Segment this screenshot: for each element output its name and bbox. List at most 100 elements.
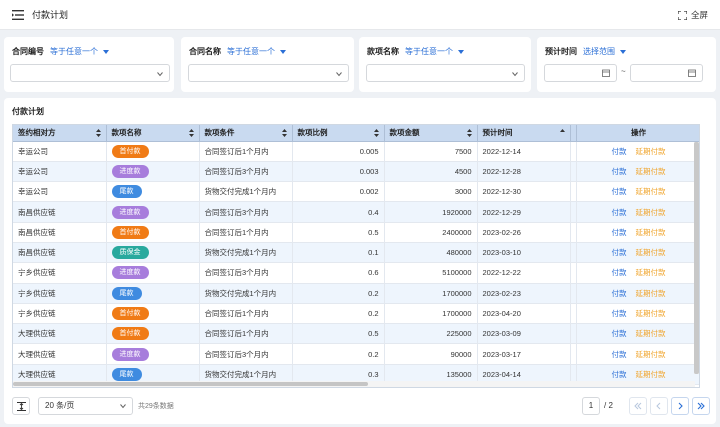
prev-page-button[interactable] <box>650 397 668 415</box>
cell-party: 宁乡供应链 <box>13 303 107 325</box>
table-row[interactable]: 南昌供应链 首付款 合同签订后1个月内 0.5 2400000 2023-02-26 付款延… <box>13 222 699 243</box>
chevron-right-icon <box>678 402 683 410</box>
pay-link[interactable]: 付款 <box>612 167 627 176</box>
delay-pay-link[interactable]: 延期付款 <box>636 289 666 298</box>
end-date-input[interactable] <box>630 64 703 82</box>
table-row[interactable]: 幸运公司 进度款 合同签订后3个月内 0.003 4500 2022-12-28 付款 延期付… <box>13 161 699 183</box>
sort-icon[interactable] <box>281 129 287 137</box>
table-row[interactable]: 大理供应链 首付款 合同签订后1个月内 0.5 225000 2023-03-09 付款 延期… <box>13 323 699 345</box>
cell-item: 首付款 <box>106 141 200 162</box>
delay-pay-link[interactable]: 延期付款 <box>636 248 666 257</box>
column-header[interactable]: 款项金额 <box>384 125 478 142</box>
table-row[interactable]: 宁乡供应链 首付款 合同签订后1个月内 0.2 1700000 2023-04-20 付款延… <box>13 303 699 325</box>
pay-link[interactable]: 付款 <box>612 268 627 277</box>
contract-name-select[interactable] <box>188 64 349 82</box>
row-height-toggle[interactable] <box>12 397 30 415</box>
table-row[interactable]: 南昌供应链 进度款 合同签订后3个月内 0.4 1920000 2022-12-29 付款延… <box>13 201 699 223</box>
caret-down-icon[interactable] <box>620 49 626 54</box>
page-size-value: 20 条/页 <box>45 401 75 410</box>
date-separator: ~ <box>621 67 626 76</box>
page-size-select[interactable]: 20 条/页 <box>38 397 133 415</box>
delay-pay-link[interactable]: 延期付款 <box>636 329 666 338</box>
cell-amount: 4500 <box>384 161 478 183</box>
filter-operator[interactable]: 等于任意一个 <box>227 46 275 57</box>
delay-pay-link[interactable]: 延期付款 <box>636 208 666 217</box>
filter-expected-time: 预计时间 选择范围 ~ <box>537 37 716 92</box>
table-row[interactable]: 大理供应链 进度款 合同签订后3个月内 0.2 90000 2023-03-17 付款 延期付… <box>13 343 699 365</box>
cell-party: 幸运公司 <box>13 161 107 183</box>
cell-item: 首付款 <box>106 323 200 345</box>
pay-link[interactable]: 付款 <box>612 208 627 217</box>
delay-pay-link[interactable]: 延期付款 <box>636 228 666 237</box>
pay-link[interactable]: 付款 <box>612 147 627 156</box>
pay-link[interactable]: 付款 <box>612 370 627 379</box>
fullscreen-button[interactable]: 全屏 <box>677 9 708 21</box>
cell-actions: 付款 延期付款 <box>576 201 699 223</box>
cell-actions: 付款 延期付款 <box>576 262 699 284</box>
pay-link[interactable]: 付款 <box>612 228 627 237</box>
cell-actions: 付款 延期付款 <box>576 303 699 325</box>
table-row[interactable]: 幸运公司 首付款 合同签订后1个月内 0.005 7500 2022-12-14 付款 延期付… <box>13 141 699 162</box>
cell-party: 南昌供应链 <box>13 242 107 264</box>
caret-down-icon[interactable] <box>280 49 286 54</box>
delay-pay-link[interactable]: 延期付款 <box>636 350 666 359</box>
column-label: 款项名称 <box>111 128 142 138</box>
table-row[interactable]: 南昌供应链 质保金 货物交付完成1个月内 0.1 480000 2023-03-10 付款延… <box>13 242 699 264</box>
delay-pay-link[interactable]: 延期付款 <box>636 167 666 176</box>
filter-operator[interactable]: 选择范围 <box>583 46 615 57</box>
delay-pay-link[interactable]: 延期付款 <box>636 147 666 156</box>
cell-condition: 货物交付完成1个月内 <box>199 283 293 304</box>
horizontal-scrollbar[interactable] <box>13 381 695 387</box>
delay-pay-link[interactable]: 延期付款 <box>636 268 666 277</box>
table-row[interactable]: 宁乡供应链 尾款 货物交付完成1个月内 0.2 1700000 2023-02-23 付款延… <box>13 283 699 304</box>
filter-operator[interactable]: 等于任意一个 <box>50 46 98 57</box>
cell-amount: 1700000 <box>384 283 478 304</box>
sort-icon[interactable] <box>188 129 194 137</box>
sort-icon[interactable] <box>373 129 379 137</box>
delay-pay-link[interactable]: 延期付款 <box>636 309 666 318</box>
item-tag: 进度款 <box>111 266 149 280</box>
sort-icon[interactable] <box>466 129 472 137</box>
pay-link[interactable]: 付款 <box>612 329 627 338</box>
scrollbar-thumb[interactable] <box>694 142 699 374</box>
pay-link[interactable]: 付款 <box>612 248 627 257</box>
table-row[interactable]: 幸运公司 尾款 货物交付完成1个月内 0.002 3000 2022-12-30 付款 延期付… <box>13 181 699 203</box>
double-chevron-left-icon <box>634 402 642 410</box>
column-header[interactable]: 预计时间 <box>477 125 571 142</box>
pay-link[interactable]: 付款 <box>612 350 627 359</box>
contract-no-select[interactable] <box>10 64 170 82</box>
current-page-input[interactable]: 1 <box>582 397 600 415</box>
start-date-input[interactable] <box>544 64 617 82</box>
caret-down-icon[interactable] <box>103 49 109 54</box>
cell-condition: 合同签订后3个月内 <box>199 201 293 223</box>
filter-item-name: 款项名称 等于任意一个 <box>359 37 531 92</box>
next-page-button[interactable] <box>671 397 689 415</box>
column-header[interactable]: 款项比例 <box>292 125 385 142</box>
last-page-button[interactable] <box>692 397 710 415</box>
first-page-button[interactable] <box>629 397 647 415</box>
pay-link[interactable]: 付款 <box>612 289 627 298</box>
pay-link[interactable]: 付款 <box>612 187 627 196</box>
cell-condition: 合同签订后1个月内 <box>199 303 293 325</box>
cell-party: 南昌供应链 <box>13 201 107 223</box>
cell-ratio: 0.003 <box>292 161 385 183</box>
caret-down-icon[interactable] <box>458 49 464 54</box>
delay-pay-link[interactable]: 延期付款 <box>636 370 666 379</box>
filter-operator[interactable]: 等于任意一个 <box>405 46 453 57</box>
scrollbar-thumb[interactable] <box>13 382 368 386</box>
sort-icon[interactable] <box>95 129 101 137</box>
vertical-scrollbar[interactable] <box>694 142 699 374</box>
page-title: 付款计划 <box>32 10 69 20</box>
table-row[interactable]: 宁乡供应链 进度款 合同签订后3个月内 0.6 5100000 2022-12-22 付款延… <box>13 262 699 284</box>
column-header[interactable]: 款项条件 <box>199 125 293 142</box>
delay-pay-link[interactable]: 延期付款 <box>636 187 666 196</box>
column-header[interactable]: 款项名称 <box>106 125 200 142</box>
item-name-select[interactable] <box>366 64 525 82</box>
cell-party: 宁乡供应链 <box>13 283 107 304</box>
menu-icon[interactable] <box>12 9 24 20</box>
sort-asc-icon[interactable] <box>559 129 565 137</box>
column-label: 签约相对方 <box>18 128 56 138</box>
item-tag: 进度款 <box>111 164 149 178</box>
column-header[interactable]: 签约相对方 <box>13 125 107 142</box>
pay-link[interactable]: 付款 <box>612 309 627 318</box>
